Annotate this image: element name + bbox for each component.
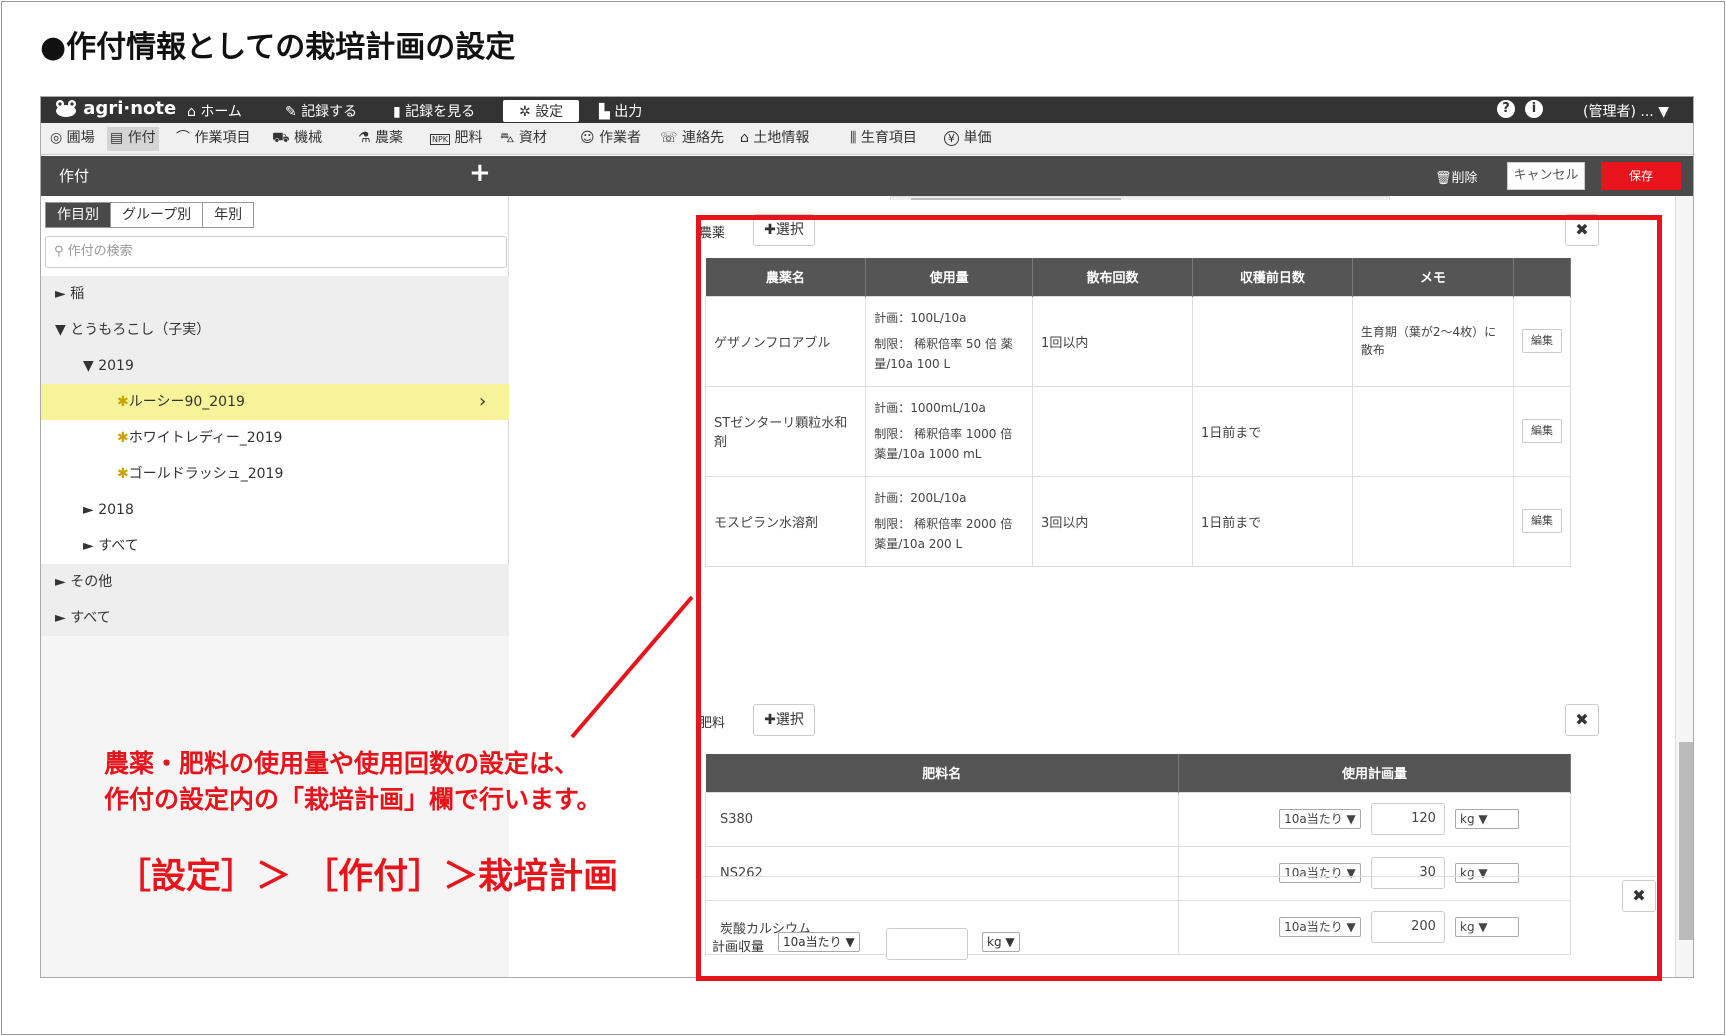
annotation-line: 作付の設定内の「栽培計画」欄で行います。 <box>104 785 602 814</box>
annotation-text: 農薬・肥料の使用量や使用回数の設定は、 作付の設定内の「栽培計画」欄で行います。 <box>104 746 602 818</box>
annotation-line: 農薬・肥料の使用量や使用回数の設定は、 <box>104 749 580 778</box>
annotation-path: ［設定］＞ ［作付］＞栽培計画 <box>116 857 619 897</box>
